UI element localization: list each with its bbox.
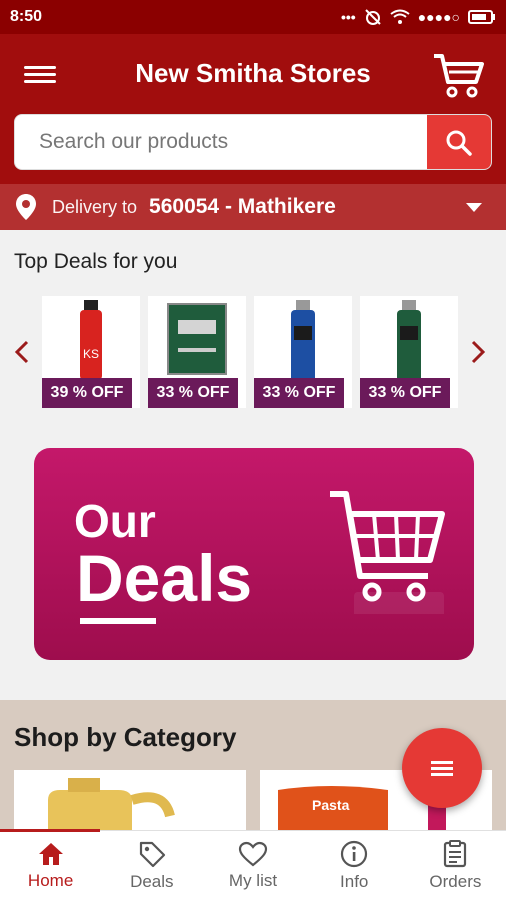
location-pin-icon — [16, 194, 36, 220]
product-image — [291, 300, 315, 382]
heart-icon — [238, 841, 268, 866]
pasta-label: Pasta — [312, 797, 350, 813]
deal-card[interactable]: 33 % OFF — [148, 296, 246, 408]
cart-icon[interactable] — [432, 52, 484, 98]
chevron-right-icon[interactable] — [468, 338, 488, 366]
home-icon — [38, 842, 63, 865]
store-title: New Smitha Stores — [135, 58, 371, 88]
chevron-down-icon — [466, 202, 482, 212]
bottom-navigation: Home Deals My list Info Orders — [0, 829, 506, 900]
more-dots-icon: ••• — [341, 9, 356, 25]
tab-deals[interactable]: Deals — [101, 831, 202, 900]
tab-my-list[interactable]: My list — [202, 831, 303, 900]
list-icon — [431, 758, 453, 779]
status-time: 8:50 — [10, 8, 43, 25]
category-tile[interactable] — [14, 770, 246, 830]
delivery-location: 560054 - Mathikere — [149, 195, 336, 218]
delivery-label: Delivery to — [52, 196, 138, 217]
wifi-icon — [390, 9, 410, 24]
shop-by-category-title: Shop by Category — [14, 722, 237, 752]
our-deals-banner[interactable]: Our Deals — [34, 448, 474, 660]
svg-text:KS: KS — [83, 347, 99, 361]
battery-icon — [468, 10, 495, 24]
floating-menu-button[interactable] — [402, 728, 482, 808]
deal-card[interactable]: KS 39 % OFF — [42, 296, 140, 408]
tab-label: Info — [340, 871, 369, 891]
tab-home[interactable]: Home — [0, 829, 101, 900]
delivery-location-selector[interactable]: Delivery to 560054 - Mathikere — [0, 184, 506, 230]
no-alarm-icon — [365, 9, 381, 25]
chevron-left-icon[interactable] — [12, 338, 32, 366]
shopping-cart-icon — [330, 491, 445, 614]
product-image — [167, 303, 227, 375]
receipt-icon — [444, 839, 467, 867]
tab-label: Home — [27, 870, 74, 890]
banner-underline — [80, 618, 156, 624]
search-bar — [14, 114, 492, 170]
deal-card[interactable]: 33 % OFF — [254, 296, 352, 408]
status-icons: ••• ●●●●○ — [341, 8, 496, 26]
signal-icon: ●●●●○ — [417, 9, 460, 25]
tab-label: Deals — [130, 871, 174, 891]
search-icon — [446, 130, 472, 156]
discount-badge: 33 % OFF — [148, 378, 238, 408]
oil-can-image — [48, 778, 175, 830]
tab-orders[interactable]: Orders — [405, 831, 506, 900]
product-image: KS — [80, 300, 102, 380]
info-icon — [341, 840, 368, 867]
search-button[interactable] — [427, 115, 491, 169]
discount-badge: 33 % OFF — [360, 378, 450, 408]
discount-badge: 39 % OFF — [42, 378, 132, 408]
status-bar: 8:50 ••• ●●●●○ — [0, 0, 506, 34]
search-input[interactable] — [15, 115, 427, 169]
tag-icon — [139, 841, 165, 867]
tab-label: Orders — [429, 871, 482, 891]
discount-badge: 33 % OFF — [254, 378, 344, 408]
tab-label: My list — [228, 870, 278, 890]
banner-line2: Deals — [76, 541, 253, 615]
product-image — [397, 300, 421, 382]
deal-card[interactable]: 33 % OFF — [360, 296, 458, 408]
tab-info[interactable]: Info — [304, 831, 405, 900]
top-deals-title: Top Deals for you — [14, 250, 178, 273]
